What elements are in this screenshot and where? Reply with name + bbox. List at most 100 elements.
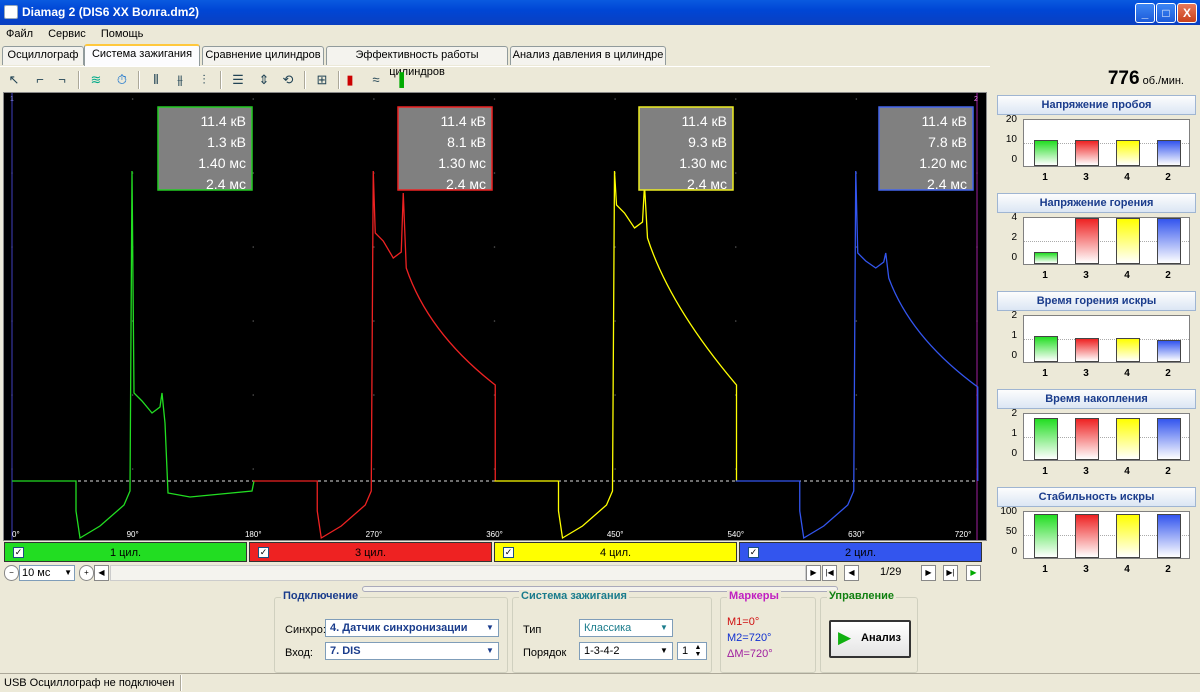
stats-chart-title[interactable]: Время горения искры <box>997 291 1196 311</box>
next-page-icon[interactable]: ▶ <box>921 565 936 581</box>
chevron-down-icon: ▼ <box>660 646 668 655</box>
menu-help[interactable]: Помощь <box>101 28 144 40</box>
stats-chart-title[interactable]: Напряжение горения <box>997 193 1196 213</box>
channel-checkbox[interactable]: ✓ <box>748 547 759 558</box>
grid-dot <box>131 468 134 470</box>
channel-tab[interactable]: ✓ 4 цил. <box>494 542 737 562</box>
maximize-button[interactable]: □ <box>1156 3 1176 23</box>
grid-dot <box>252 394 255 396</box>
channel-checkbox[interactable]: ✓ <box>13 547 24 558</box>
time-counter-icon[interactable]: ⏱ <box>112 70 132 90</box>
signal-c-icon[interactable]: ⫶ <box>194 70 214 90</box>
y-tick-label: 0 <box>1011 350 1017 361</box>
input-value: 7. DIS <box>330 645 361 657</box>
measurement-value: 2.4 мс <box>927 176 967 192</box>
chevron-down-icon: ▼ <box>486 623 494 632</box>
y-tick-label: 2 <box>1011 408 1017 419</box>
order-label: Порядок <box>523 647 567 659</box>
measurement-box: 11.4 кВ 9.3 кВ 1.30 мс 2.4 мс <box>638 106 734 192</box>
stats-chart-title[interactable]: Напряжение пробоя <box>997 95 1196 115</box>
y-tick-label: 0 <box>1011 448 1017 459</box>
grid-dot <box>614 394 616 396</box>
channel-tab[interactable]: ✓ 2 цил. <box>739 542 982 562</box>
grid-dot <box>373 394 375 396</box>
stats-bar <box>1034 139 1058 166</box>
control-area: Подключение Синхро: 4. Датчик синхрониза… <box>0 583 990 675</box>
measurement-box: 11.4 кВ 1.3 кВ 1.40 мс 2.4 мс <box>157 106 253 192</box>
overlay-icon[interactable]: ⟲ <box>278 70 298 90</box>
stats-chart-title[interactable]: Стабильность искры <box>997 487 1196 507</box>
signal-b-icon[interactable]: ⫵ <box>170 70 190 90</box>
pulse-up-icon[interactable]: ⌐ <box>30 70 50 90</box>
y-tick-label: 4 <box>1011 212 1017 223</box>
first-page-icon[interactable]: |◀ <box>822 565 837 581</box>
order-stepper[interactable]: 1 ▲ ▼ <box>677 642 707 660</box>
markers-title: Маркеры <box>727 590 781 602</box>
bars-color-icon[interactable]: ▌ <box>394 70 414 90</box>
signal-a-icon[interactable]: ⫴ <box>146 70 166 90</box>
pulse-down-icon[interactable]: ¬ <box>52 70 72 90</box>
x-tick-label: 450° <box>607 530 624 539</box>
tab-pressure-analysis[interactable]: Анализ давления в цилиндре <box>510 46 666 65</box>
menu-service[interactable]: Сервис <box>48 28 86 40</box>
tab-oscilloscope[interactable]: Осциллограф <box>2 46 84 65</box>
play-icon[interactable]: ▶ <box>966 565 981 581</box>
toolbar-separator <box>138 71 140 89</box>
x-tick-label: 360° <box>486 530 503 539</box>
stats-plot-area <box>1023 119 1190 167</box>
x-tick-label: 4 <box>1124 466 1130 477</box>
order-select[interactable]: 1-3-4-2 ▼ <box>579 642 673 660</box>
channel-tab[interactable]: ✓ 3 цил. <box>249 542 492 562</box>
oscilloscope-canvas[interactable]: 1 2 0° 90° 180° 270° 360° 450° 540° 630° 720° 11.4 … <box>4 93 986 540</box>
measure-icon[interactable]: ⊞ <box>312 70 332 90</box>
tab-ignition-system[interactable]: Система зажигания <box>84 44 200 66</box>
stripes-icon[interactable]: ≈ <box>366 70 386 90</box>
scroll-right-icon[interactable]: ▶ <box>806 565 821 581</box>
channel-label: 4 цил. <box>599 547 632 559</box>
minimize-button[interactable]: _ <box>1135 3 1155 23</box>
prev-page-icon[interactable]: ◀ <box>844 565 859 581</box>
tab-cylinder-comparison[interactable]: Сравнение цилиндров <box>202 46 324 65</box>
type-select[interactable]: Классика ▼ <box>579 619 673 637</box>
timebase-select[interactable]: 10 мс ▼ <box>19 565 75 581</box>
horizontal-scrollbar[interactable] <box>110 565 806 581</box>
stats-chart-title[interactable]: Время накопления <box>997 389 1196 409</box>
channel-tab[interactable]: ✓ 1 цил. <box>4 542 247 562</box>
oscilloscope-display[interactable]: 1 2 0° 90° 180° 270° 360° 450° 540° 630° 720° 11.4 … <box>3 92 987 541</box>
scroll-left-icon[interactable]: ◀ <box>94 565 109 581</box>
analyze-button[interactable]: ▶ Анализ <box>829 620 911 658</box>
sync-select[interactable]: 4. Датчик синхронизации ▼ <box>325 619 499 637</box>
grid-dot <box>131 98 134 100</box>
x-tick-label: 630° <box>848 530 865 539</box>
panel-splitter[interactable] <box>987 94 995 584</box>
zoom-icon[interactable]: ⇕ <box>254 70 274 90</box>
zoom-out-icon[interactable]: − <box>4 565 19 581</box>
toolbar-separator <box>338 71 340 89</box>
last-page-icon[interactable]: ▶| <box>943 565 958 581</box>
grid-dot <box>614 98 616 100</box>
channel-checkbox[interactable]: ✓ <box>503 547 514 558</box>
zoom-in-icon[interactable]: + <box>79 565 94 581</box>
marker-m2: M2=720° <box>727 632 772 644</box>
bars-red-icon[interactable]: ▮ <box>340 70 360 90</box>
menu-file[interactable]: Файл <box>6 28 33 40</box>
x-tick-label: 0° <box>12 530 20 539</box>
close-button[interactable]: X <box>1177 3 1197 23</box>
tab-cylinder-efficiency[interactable]: Эффективность работы цилиндров <box>326 46 508 78</box>
input-select[interactable]: 7. DIS ▼ <box>325 642 499 660</box>
cursor-icon[interactable]: ↖ <box>4 70 24 90</box>
measurement-value: 1.30 мс <box>679 155 727 171</box>
y-tick-label: 1 <box>1011 428 1017 439</box>
grid-dot <box>373 320 375 322</box>
channel-label: 2 цил. <box>844 547 877 559</box>
channel-checkbox[interactable]: ✓ <box>258 547 269 558</box>
x-tick-label: 3 <box>1083 368 1089 379</box>
type-label: Тип <box>523 624 542 636</box>
spin-icon[interactable]: ▲ ▼ <box>691 644 705 658</box>
measurement-value: 11.4 кВ <box>681 113 727 129</box>
toolbar-separator <box>220 71 222 89</box>
channel-icon[interactable]: ≋ <box>86 70 106 90</box>
stats-plot-area <box>1023 511 1190 559</box>
grid-lines-icon[interactable]: ☰ <box>228 70 248 90</box>
grid-dot <box>493 172 496 174</box>
